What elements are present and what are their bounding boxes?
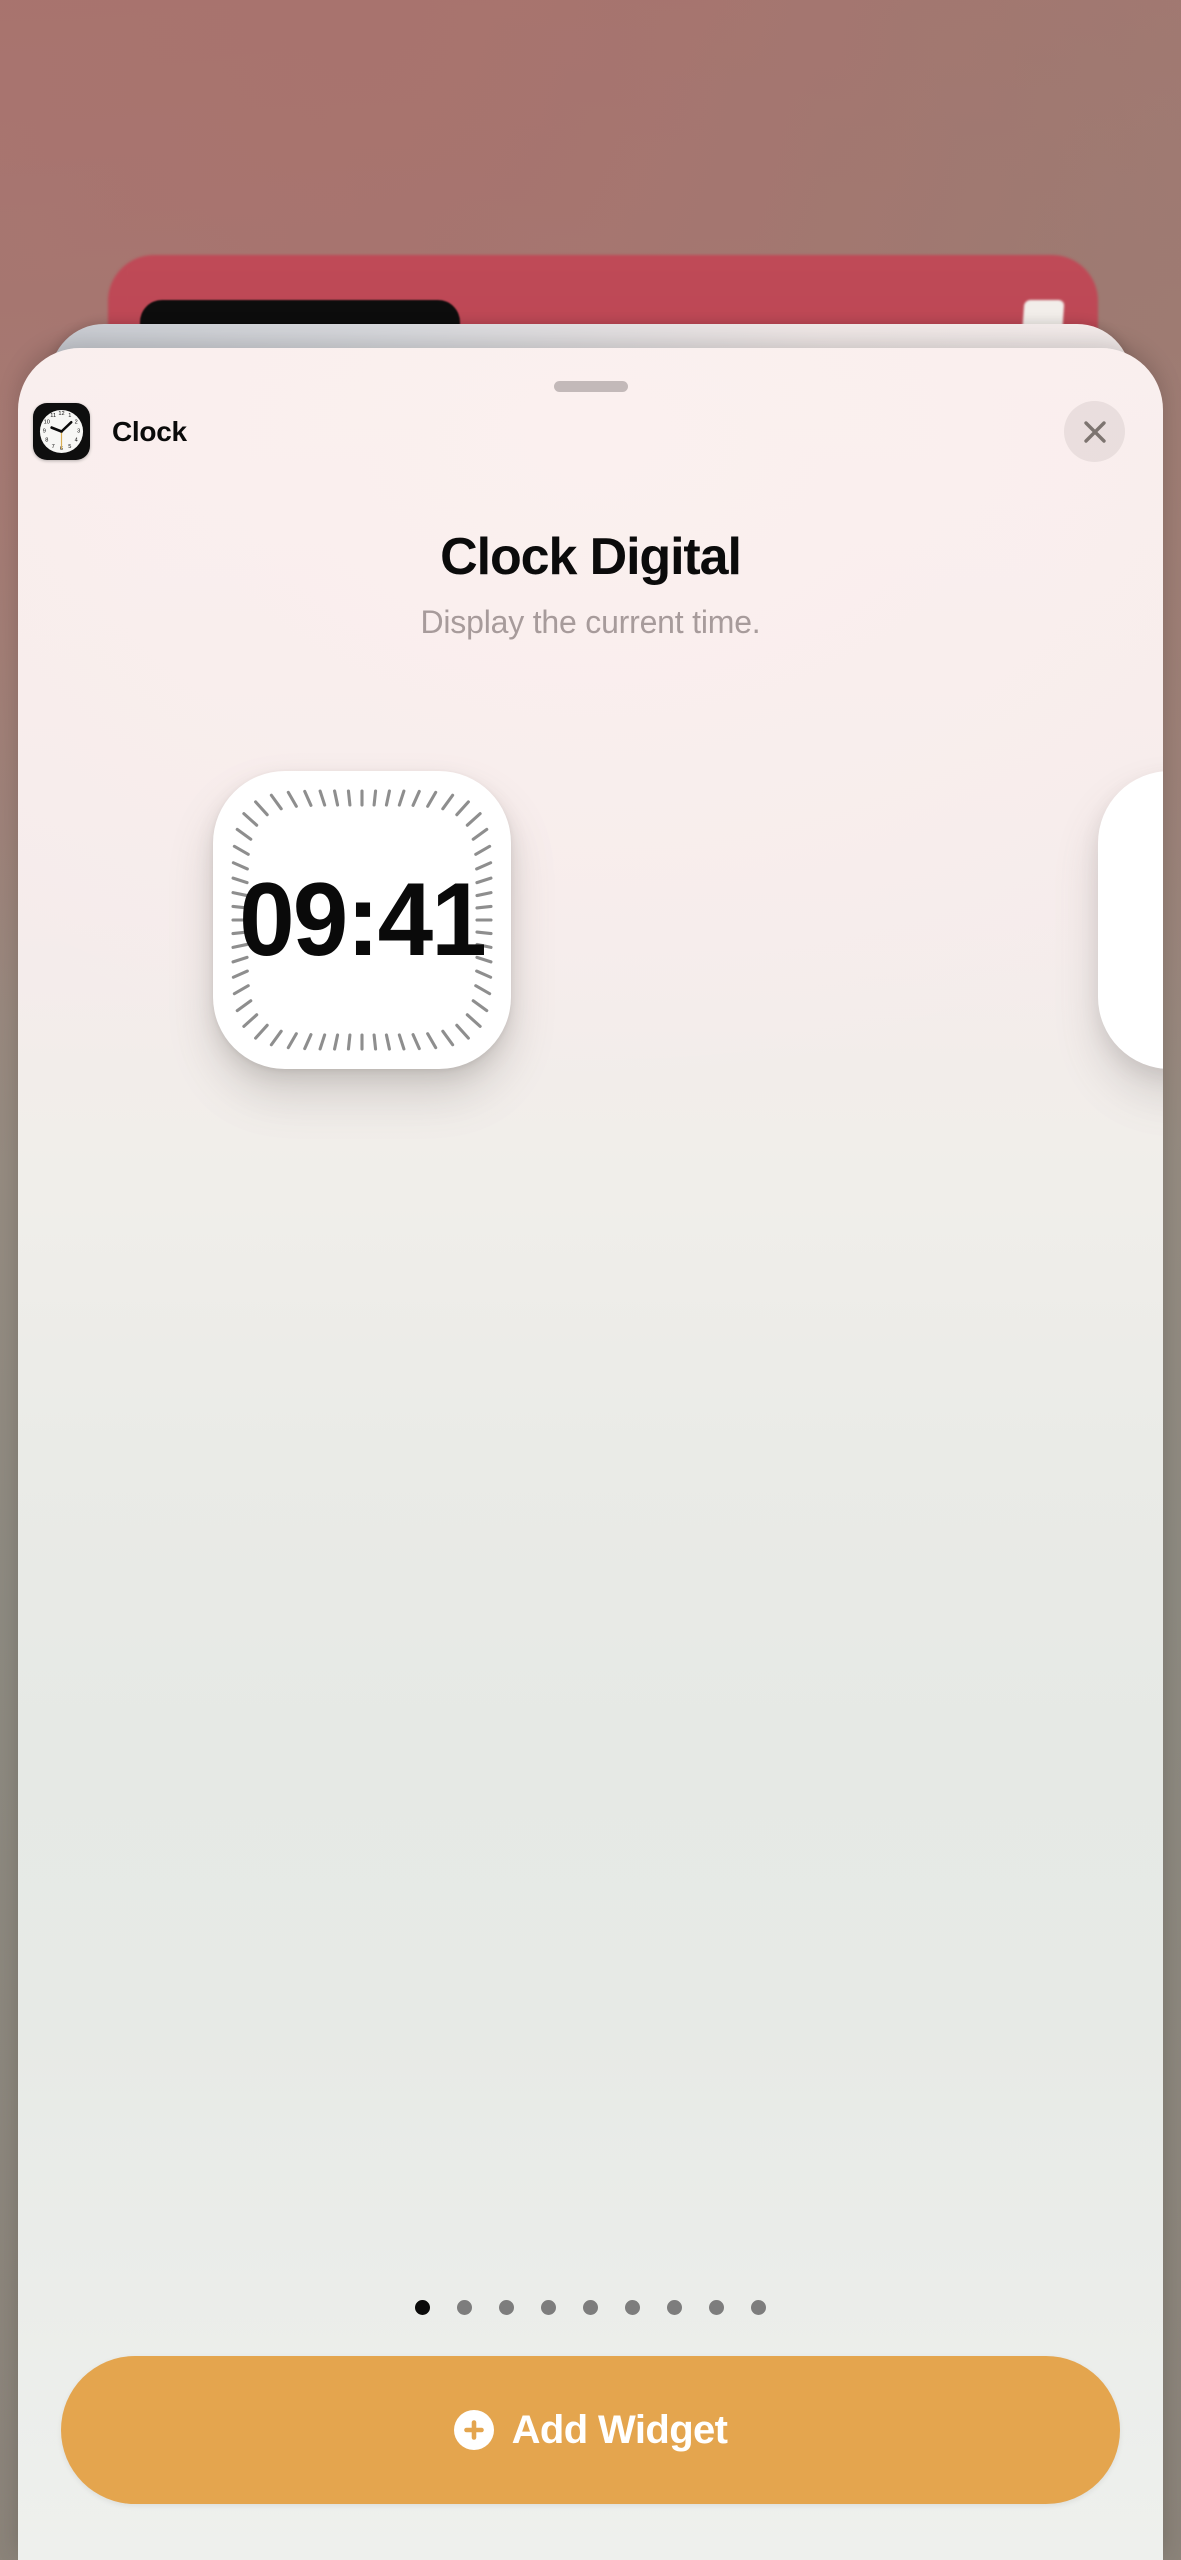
app-name-label: Clock [112,415,187,447]
svg-text:10: 10 [44,419,50,425]
svg-text:5: 5 [68,444,71,450]
clock-app-icon: 12 1 2 3 4 5 6 7 8 9 10 11 [33,403,90,460]
widget-detail-sheet: 12 1 2 3 4 5 6 7 8 9 10 11 Cl [18,348,1163,2560]
widget-title: Clock Digital [440,528,742,586]
page-dot-4[interactable] [541,2300,556,2315]
next-widget-preview-partial[interactable] [1098,771,1163,1069]
page-dot-7[interactable] [667,2300,682,2315]
svg-text:4: 4 [75,438,78,444]
svg-text:8: 8 [45,438,48,444]
page-dot-9[interactable] [751,2300,766,2315]
page-dot-1[interactable] [415,2300,430,2315]
clock-digital-widget-preview[interactable]: 09:41 [213,771,511,1069]
close-button[interactable] [1064,401,1125,462]
plus-circle-icon [453,2410,494,2450]
svg-text:7: 7 [52,444,55,450]
add-widget-button[interactable]: Add Widget [61,2356,1120,2504]
svg-text:12: 12 [58,411,64,417]
page-dot-5[interactable] [583,2300,598,2315]
close-icon [1083,420,1106,443]
app-header-row: 12 1 2 3 4 5 6 7 8 9 10 11 Cl [33,403,187,460]
page-dot-3[interactable] [499,2300,514,2315]
clock-tick-marks [231,789,493,1051]
add-widget-label: Add Widget [511,2407,728,2452]
page-dot-6[interactable] [625,2300,640,2315]
svg-text:3: 3 [77,429,80,435]
svg-text:9: 9 [43,429,46,435]
svg-text:1: 1 [68,413,71,419]
sheet-drag-handle[interactable] [553,381,628,392]
svg-text:11: 11 [50,413,56,419]
page-dot-2[interactable] [457,2300,472,2315]
widget-time-text: 09:41 [239,861,487,978]
page-indicator-dots[interactable] [18,2300,1163,2315]
widget-subtitle: Display the current time. [420,604,761,640]
page-dot-8[interactable] [709,2300,724,2315]
svg-text:2: 2 [75,419,78,425]
